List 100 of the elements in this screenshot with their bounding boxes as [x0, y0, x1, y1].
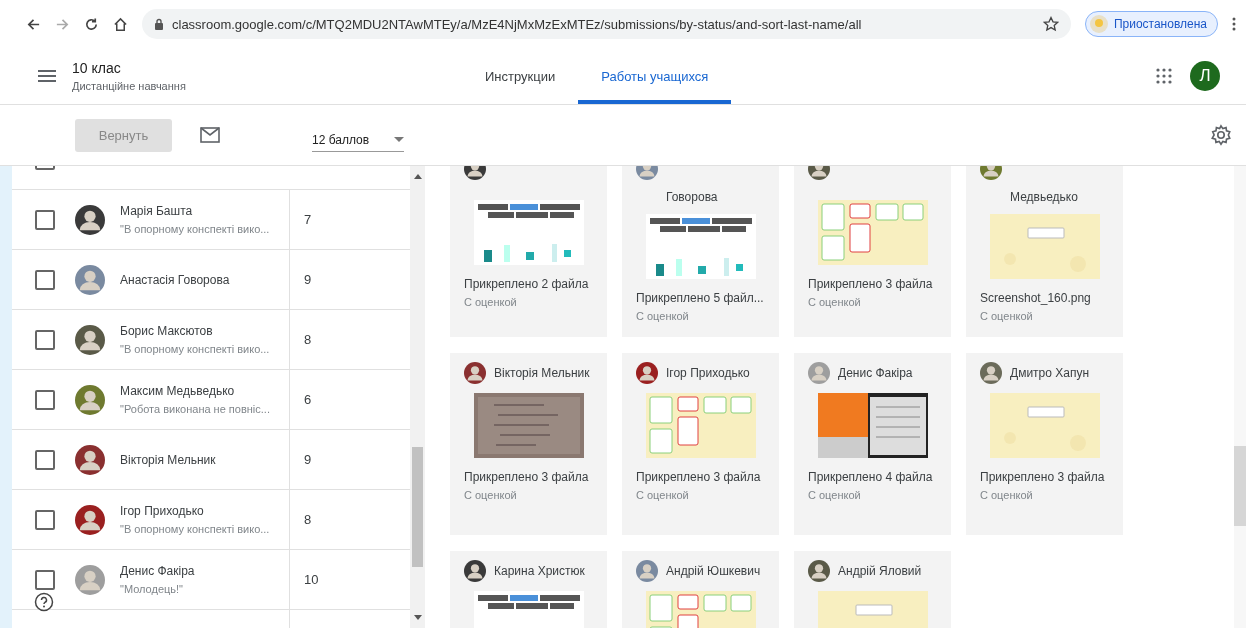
status-text: С оценкой: [980, 310, 1034, 322]
attachment-text: Прикреплено 5 файл...: [636, 291, 765, 305]
student-name: Ігор Приходько: [120, 504, 205, 518]
student-comment: "Робота виконана не повніс...: [120, 403, 270, 415]
grade-value: 6: [304, 392, 312, 407]
grade-value: 9: [304, 452, 312, 467]
grade-value: 8: [304, 332, 312, 347]
profile-icon: [1089, 15, 1108, 33]
avatar-icon: [464, 362, 486, 384]
avatar-icon: [75, 384, 105, 415]
grade-value: 7: [304, 212, 312, 227]
attachment-text: Прикреплено 3 файла: [464, 470, 590, 484]
lock-icon: [154, 18, 164, 30]
avatar-icon: [980, 362, 1002, 384]
scroll-down-icon[interactable]: [413, 615, 422, 620]
apps-icon[interactable]: [1156, 68, 1172, 84]
account-avatar[interactable]: Л: [1190, 61, 1220, 91]
submission-card[interactable]: Дмитро Хапун Прикреплено 3 файла С оценкой: [966, 353, 1123, 535]
student-name: Андрій Юшкевич: [666, 563, 761, 580]
tab[interactable]: Инструкции: [462, 48, 579, 104]
settings-icon[interactable]: [1210, 124, 1232, 146]
attachment-text: Прикреплено 3 файла: [980, 470, 1106, 484]
checkbox[interactable]: [35, 209, 55, 230]
star-icon[interactable]: [1042, 16, 1059, 32]
student-name: Денис Факіра: [120, 564, 195, 578]
help-icon[interactable]: [34, 592, 54, 612]
status-text: С оценкой: [464, 489, 518, 501]
avatar-icon: [636, 560, 658, 582]
student-name: Денис Факіра: [838, 365, 913, 382]
student-name: Карина Христюк: [494, 563, 585, 580]
student-comment: "Молодець!": [120, 583, 184, 595]
submission-card[interactable]: Вікторія Мельник Прикреплено 3 файла С оценкой: [450, 353, 607, 535]
profile-button[interactable]: Приостановлена: [1084, 11, 1218, 37]
checkbox[interactable]: [35, 509, 55, 530]
checkbox[interactable]: [35, 329, 55, 350]
student-name: Андрій Яловий: [838, 563, 922, 580]
submission-card[interactable]: Карина Христюк: [450, 551, 607, 628]
student-comment: "В опорному конспекті вико...: [120, 343, 270, 355]
grade-value: 9: [304, 272, 312, 287]
grade-value: 10: [304, 572, 319, 587]
home-icon[interactable]: [113, 16, 128, 32]
submission-card[interactable]: Денис Факіра Прикреплено 4 файла С оценкой: [794, 353, 951, 535]
status-text: С оценкой: [636, 310, 690, 322]
submission-card[interactable]: Говорова Прикреплено 5 файл... С оценкой: [622, 166, 779, 337]
student-name: Борис Максютов: [120, 324, 214, 338]
reload-icon[interactable]: [84, 16, 99, 32]
avatar-icon: [636, 362, 658, 384]
avatar-icon: [75, 444, 105, 475]
status-text: С оценкой: [464, 296, 518, 308]
avatar-icon: [808, 560, 830, 582]
scrollbar-thumb[interactable]: [1234, 446, 1246, 526]
student-name: Медвьедько: [1010, 189, 1078, 206]
menu-icon[interactable]: [38, 70, 56, 82]
submission-card[interactable]: Ігор Приходько Прикреплено 3 файла С оценкой: [622, 353, 779, 535]
checkbox[interactable]: [35, 449, 55, 470]
submission-card[interactable]: Медвьедько Screenshot_160.png С оценкой: [966, 166, 1123, 337]
status-text: С оценкой: [808, 489, 862, 501]
attachment-text: Прикреплено 4 файла: [808, 470, 934, 484]
scrollbar-thumb[interactable]: [412, 447, 423, 567]
student-name: Дмитро Хапун: [1010, 365, 1090, 382]
student-comment: "В опорному конспекті вико...: [120, 223, 270, 235]
avatar-icon: [75, 564, 105, 595]
points-dropdown[interactable]: 12 баллов: [312, 126, 404, 152]
class-subtitle: Дистанційне навчання: [72, 80, 187, 92]
student-name: Марія Башта: [120, 204, 194, 218]
avatar-icon: [75, 204, 105, 235]
avatar-icon: [75, 264, 105, 295]
caret-icon: [394, 137, 404, 142]
avatar-icon: [75, 504, 105, 535]
student-name: Вікторія Мельник: [120, 452, 216, 467]
tab[interactable]: Работы учащихся: [578, 48, 732, 104]
submission-card[interactable]: Прикреплено 2 файла С оценкой: [450, 166, 607, 337]
submission-card[interactable]: Андрій Юшкевич: [622, 551, 779, 628]
checkbox[interactable]: [35, 389, 55, 410]
attachment-text: Прикреплено 2 файла: [464, 277, 590, 291]
student-name: Вікторія Мельник: [494, 365, 590, 382]
scrollbar[interactable]: [410, 166, 425, 628]
student-comment: "В опорному конспекті вико...: [120, 523, 270, 535]
grade-value: 8: [304, 512, 312, 527]
checkbox[interactable]: [35, 269, 55, 290]
status-text: С оценкой: [980, 489, 1034, 501]
student-name: Максим Медьведько: [120, 384, 236, 398]
submission-card[interactable]: Прикреплено 3 файла С оценкой: [794, 166, 951, 337]
avatar-icon: [464, 560, 486, 582]
student-name: Говорова: [666, 189, 718, 206]
address-bar[interactable]: classroom.google.com/c/MTQ2MDU2NTAwMTEy/a/MzE4NjMxMzExMTEz/submissions/by-status/and-sort-last-name/all: [142, 9, 1071, 39]
mail-icon[interactable]: [200, 127, 220, 143]
student-name: Анастасія Говорова: [120, 272, 230, 287]
avatar-icon: [808, 362, 830, 384]
scroll-up-icon[interactable]: [413, 174, 422, 179]
status-text: С оценкой: [636, 489, 690, 501]
attachment-text: Прикреплено 3 файла: [636, 470, 762, 484]
attachment-text: Screenshot_160.png: [980, 291, 1092, 305]
class-title: 10 клас: [72, 60, 122, 76]
more-icon[interactable]: [1232, 16, 1236, 32]
status-text: С оценкой: [808, 296, 862, 308]
submission-card[interactable]: Андрій Яловий: [794, 551, 951, 628]
student-name: Ігор Приходько: [666, 365, 750, 382]
checkbox[interactable]: [35, 569, 55, 590]
avatar-icon: [75, 324, 105, 355]
